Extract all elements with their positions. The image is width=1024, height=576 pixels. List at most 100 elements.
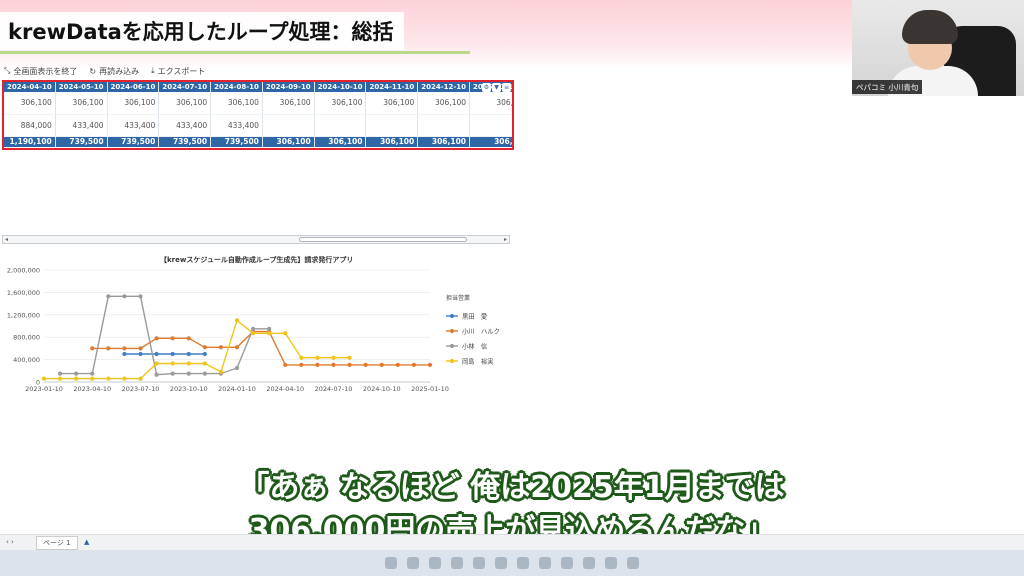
table-cell[interactable]: 306,100 — [417, 92, 471, 115]
data-point — [122, 346, 127, 351]
table-cell[interactable] — [262, 114, 315, 137]
scroll-right-icon[interactable]: ▸ — [504, 236, 507, 243]
column-header[interactable]: 2024-11-10 — [365, 82, 419, 92]
total-cell[interactable]: 739,500 — [107, 136, 160, 147]
total-cell[interactable]: 306,100 — [417, 136, 471, 147]
total-cell[interactable]: 306,1 — [469, 136, 512, 147]
total-cell[interactable]: 739,500 — [158, 136, 212, 147]
data-point — [138, 346, 143, 351]
taskbar-icon[interactable] — [605, 557, 617, 569]
data-point — [90, 376, 95, 381]
exit-fullscreen-button[interactable]: ⤡ 全画面表示を終了 — [4, 64, 77, 78]
table-cell[interactable]: 306,100 — [107, 92, 160, 115]
data-point — [315, 362, 320, 367]
table-cell[interactable] — [365, 114, 419, 137]
table-cell[interactable]: 433,400 — [107, 114, 160, 137]
subtitle-line-1: 「あぁ なるほど 俺は2025年1月までは — [239, 470, 785, 505]
data-point — [138, 351, 143, 357]
data-point — [267, 331, 272, 336]
data-point — [122, 351, 127, 357]
column-header[interactable]: 2024-12-10 — [417, 82, 471, 92]
table-cell[interactable]: 306,100 — [4, 92, 56, 115]
data-point — [170, 351, 175, 357]
data-point — [186, 371, 191, 376]
presenter-hair — [902, 10, 958, 44]
taskbar-icon[interactable] — [451, 557, 463, 569]
sheet-tab-bar: ‹ › ページ 1 ▲ — [0, 534, 1024, 550]
settings-icon[interactable]: ⚙ — [482, 83, 491, 92]
taskbar-icon[interactable] — [407, 557, 419, 569]
horizontal-scrollbar[interactable]: ◂ ▸ — [2, 235, 510, 244]
table-cell[interactable] — [314, 114, 367, 137]
scroll-left-icon[interactable]: ◂ — [5, 236, 8, 243]
taskbar-icon[interactable] — [385, 557, 397, 569]
exit-fullscreen-icon: ⤡ — [4, 66, 11, 75]
legend-marker — [449, 328, 455, 334]
x-tick-label: 2024-04-10 — [266, 385, 304, 393]
column-header[interactable]: 2024-04-10 — [4, 82, 56, 92]
sheet-nav-arrows[interactable]: ‹ › — [6, 538, 14, 546]
legend-label: 岡島 裕実 — [462, 356, 494, 365]
data-point — [250, 331, 256, 336]
table-cell[interactable]: 884,000 — [4, 114, 56, 137]
column-header[interactable]: 2024-05-10 — [55, 82, 108, 92]
data-point — [41, 376, 47, 381]
table-cell[interactable]: 306,1 — [469, 92, 512, 115]
table-cell[interactable] — [469, 114, 512, 137]
legend-label: 小川 ハルク — [462, 326, 500, 335]
table-cell[interactable]: 306,100 — [314, 92, 367, 115]
sheet-menu-icon[interactable]: ▲ — [84, 538, 89, 546]
data-point — [186, 351, 191, 357]
column-header[interactable]: 2024-06-10 — [107, 82, 160, 92]
x-tick-label: 2023-04-10 — [73, 385, 111, 393]
x-tick-label: 2024-10-10 — [363, 385, 401, 393]
column-header[interactable]: 2024-10-10 — [314, 82, 367, 92]
table-cell[interactable] — [417, 114, 471, 137]
total-cell[interactable]: 306,100 — [262, 136, 315, 147]
scrollbar-thumb[interactable] — [299, 237, 467, 242]
taskbar-icon[interactable] — [561, 557, 573, 569]
data-point — [283, 362, 288, 367]
table-cell[interactable]: 306,100 — [262, 92, 315, 115]
data-point — [154, 361, 159, 366]
taskbar — [0, 550, 1024, 576]
sheet-tab-page-1[interactable]: ページ 1 — [36, 536, 78, 550]
legend-marker — [449, 358, 455, 364]
data-point — [347, 355, 352, 360]
export-button[interactable]: ⤓ エクスポート — [151, 64, 205, 78]
table-cell[interactable]: 306,100 — [365, 92, 419, 115]
name-tag: ペパコミ 小川青句 — [852, 80, 923, 94]
column-header[interactable]: 2024-09-10 — [262, 82, 315, 92]
total-cell[interactable]: 739,500 — [55, 136, 108, 147]
taskbar-icon[interactable] — [429, 557, 441, 569]
taskbar-icon[interactable] — [517, 557, 529, 569]
table-cell[interactable]: 433,400 — [55, 114, 108, 137]
total-cell[interactable]: 739,500 — [210, 136, 263, 147]
table-cell[interactable]: 433,400 — [158, 114, 212, 137]
data-point — [122, 376, 127, 381]
y-tick-label: 800,000 — [13, 334, 40, 342]
taskbar-icon[interactable] — [539, 557, 551, 569]
data-point — [106, 376, 111, 381]
reload-button[interactable]: ↻ 再読み込み — [89, 64, 139, 78]
data-point — [106, 346, 111, 351]
taskbar-icon[interactable] — [627, 557, 639, 569]
total-cell[interactable]: 1,190,100 — [4, 136, 56, 147]
total-cell[interactable]: 306,100 — [314, 136, 367, 147]
column-header[interactable]: 2024-08-10 — [210, 82, 263, 92]
y-tick-label: 1,200,000 — [7, 311, 40, 319]
data-point — [57, 371, 63, 376]
taskbar-icon[interactable] — [583, 557, 595, 569]
reload-label: 再読み込み — [99, 66, 140, 76]
taskbar-icon[interactable] — [473, 557, 485, 569]
table-cell[interactable]: 306,100 — [158, 92, 212, 115]
filter-icon[interactable]: ▼ — [492, 83, 501, 92]
column-header[interactable]: 2024-07-10 — [158, 82, 212, 92]
table-cell[interactable]: 306,100 — [55, 92, 108, 115]
total-cell[interactable]: 306,100 — [365, 136, 419, 147]
menu-icon[interactable]: ≡ — [502, 83, 511, 92]
taskbar-icon[interactable] — [495, 557, 507, 569]
data-point — [186, 336, 191, 341]
table-cell[interactable]: 306,100 — [210, 92, 263, 115]
table-cell[interactable]: 433,400 — [210, 114, 263, 137]
